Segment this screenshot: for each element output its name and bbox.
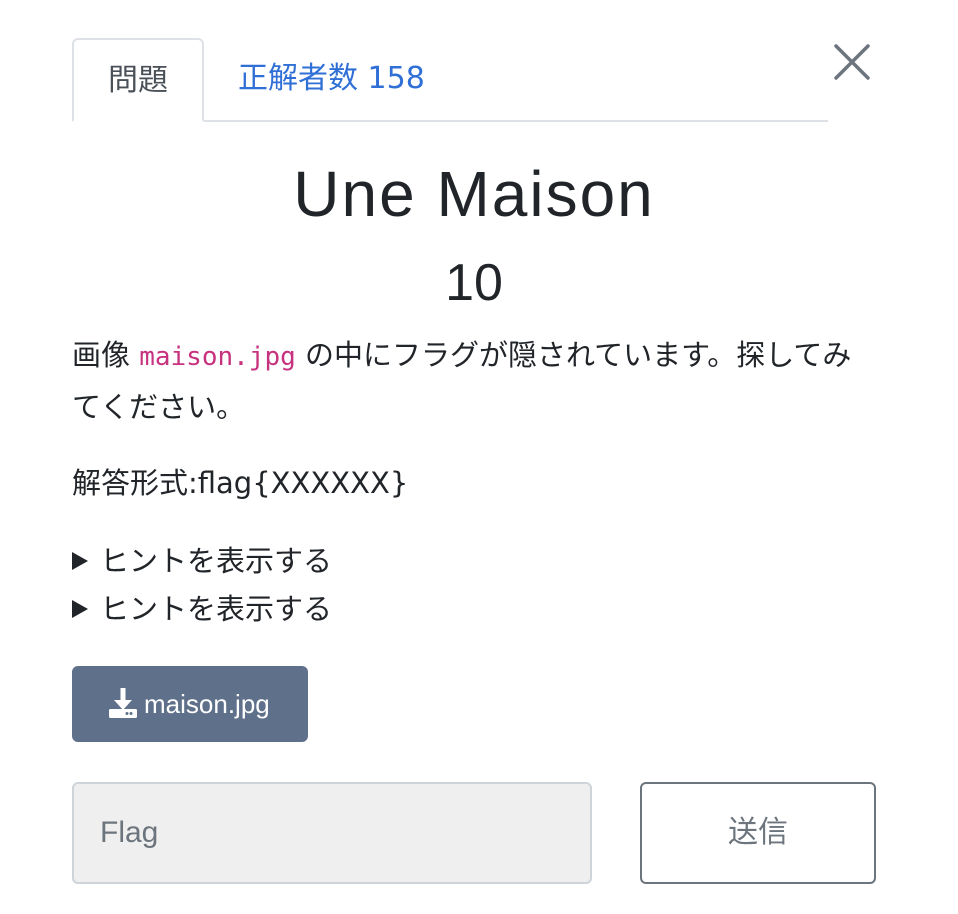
close-icon bbox=[834, 44, 870, 80]
flag-input[interactable] bbox=[72, 782, 592, 884]
answer-format: 解答形式:flag{XXXXXX} bbox=[72, 466, 409, 500]
hint-label: ヒントを表示する bbox=[100, 544, 333, 578]
disclosure-triangle-icon bbox=[72, 552, 88, 570]
file-download-button[interactable]: maison.jpg bbox=[72, 666, 308, 742]
download-icon bbox=[109, 688, 137, 719]
hint-label: ヒントを表示する bbox=[100, 592, 333, 626]
tab-solves[interactable]: 正解者数 158 bbox=[238, 38, 425, 122]
challenge-name: Une Maison bbox=[293, 158, 655, 230]
challenge-modal: 問題 正解者数 158 Une Maison 10 画像 maison.jpg … bbox=[0, 0, 958, 914]
description-filename-code: maison.jpg bbox=[139, 342, 296, 372]
close-button[interactable] bbox=[832, 42, 872, 82]
description-text-before: 画像 bbox=[72, 338, 140, 372]
submit-button[interactable]: 送信 bbox=[640, 782, 876, 884]
challenge-tabs: 問題 正解者数 158 bbox=[72, 38, 828, 122]
challenge-value: 10 bbox=[445, 254, 503, 312]
tab-challenge[interactable]: 問題 bbox=[72, 38, 204, 122]
file-name: maison.jpg bbox=[144, 689, 270, 719]
challenge-description: 画像 maison.jpg の中にフラグが隠されています。探してみてください。 bbox=[72, 330, 872, 432]
hint-toggle[interactable]: ヒントを表示する bbox=[72, 538, 332, 584]
hint-toggle[interactable]: ヒントを表示する bbox=[72, 586, 332, 632]
disclosure-triangle-icon bbox=[72, 600, 88, 618]
